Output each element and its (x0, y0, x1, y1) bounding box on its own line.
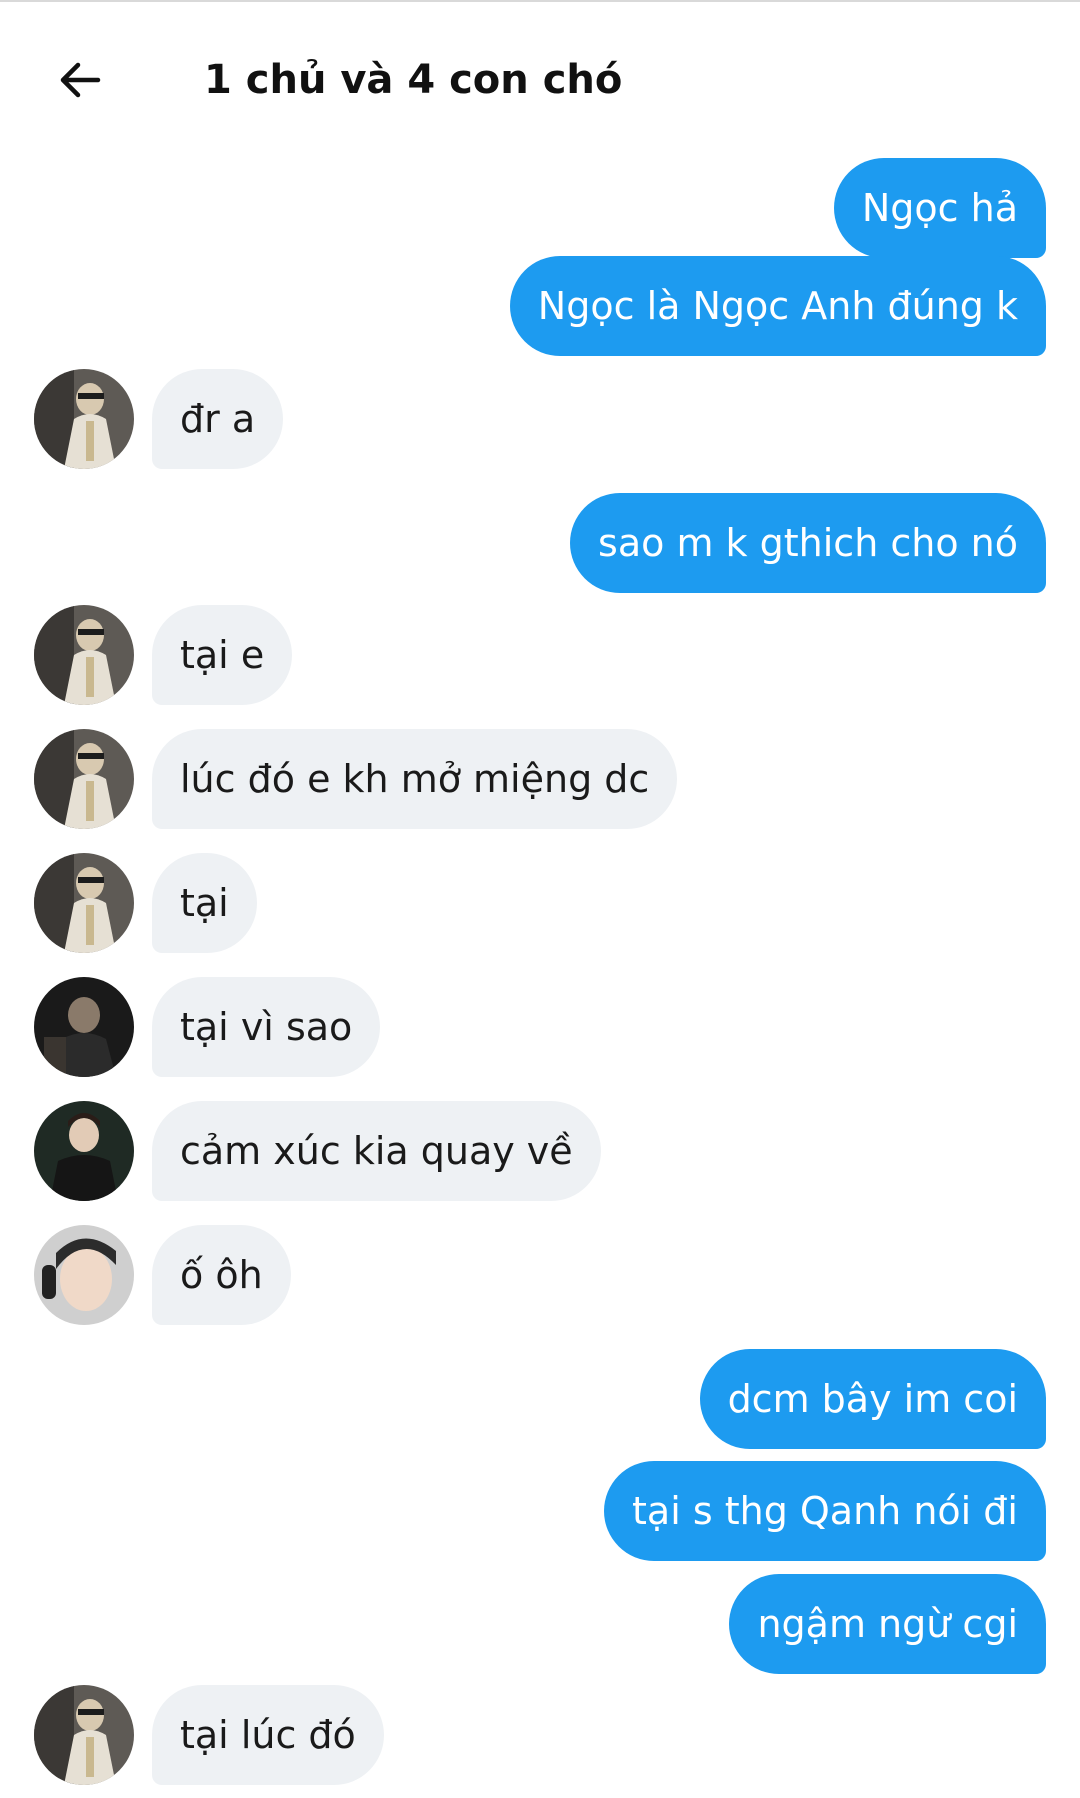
message-row-incoming: tại (0, 853, 1080, 953)
message-bubble-incoming[interactable]: tại (152, 853, 257, 953)
message-row-incoming: tại e (0, 605, 1080, 705)
message-bubble-incoming[interactable]: ố ôh (152, 1225, 291, 1325)
message-row-outgoing: sao m k gthich cho nó (0, 493, 1080, 593)
avatar-a[interactable] (34, 729, 134, 829)
message-bubble-outgoing[interactable]: dcm bây im coi (699, 1349, 1046, 1449)
message-row-incoming: tại vì sao (0, 977, 1080, 1077)
avatar-b[interactable] (34, 977, 134, 1077)
message-bubble-outgoing[interactable]: sao m k gthich cho nó (570, 493, 1046, 593)
message-bubble-outgoing[interactable]: Ngọc là Ngọc Anh đúng k (509, 256, 1046, 356)
message-row-incoming: cảm xúc kia quay về (0, 1101, 1080, 1201)
message-row-outgoing: Ngọc là Ngọc Anh đúng k (0, 256, 1080, 356)
avatar-a[interactable] (34, 369, 134, 469)
message-bubble-outgoing[interactable]: tại s thg Qanh nói đi (604, 1461, 1046, 1561)
avatar-d[interactable] (34, 1225, 134, 1325)
message-row-incoming: đr a (0, 369, 1080, 469)
message-row-outgoing: ngậm ngừ cgi (0, 1574, 1080, 1674)
message-row-incoming: tại lúc đó (0, 1685, 1080, 1785)
message-row-outgoing: dcm bây im coi (0, 1349, 1080, 1449)
avatar-a[interactable] (34, 1685, 134, 1785)
message-bubble-outgoing[interactable]: Ngọc hả (833, 158, 1046, 258)
message-bubble-incoming[interactable]: tại vì sao (152, 977, 381, 1077)
avatar-a[interactable] (34, 853, 134, 953)
message-row-incoming: lúc đó e kh mở miệng dc (0, 729, 1080, 829)
message-bubble-incoming[interactable]: đr a (152, 369, 284, 469)
message-bubble-incoming[interactable]: cảm xúc kia quay về (152, 1101, 601, 1201)
message-list[interactable]: Ngọc hả Ngọc là Ngọc Anh đúng k đr a sao… (0, 0, 1080, 1798)
message-row-outgoing: Ngọc hả (0, 158, 1080, 258)
message-row-outgoing: tại s thg Qanh nói đi (0, 1461, 1080, 1561)
message-bubble-incoming[interactable]: lúc đó e kh mở miệng dc (152, 729, 678, 829)
avatar-c[interactable] (34, 1101, 134, 1201)
message-bubble-incoming[interactable]: tại lúc đó (152, 1685, 384, 1785)
avatar-a[interactable] (34, 605, 134, 705)
message-row-incoming: ố ôh (0, 1225, 1080, 1325)
message-bubble-outgoing[interactable]: ngậm ngừ cgi (729, 1574, 1046, 1674)
message-bubble-incoming[interactable]: tại e (152, 605, 293, 705)
